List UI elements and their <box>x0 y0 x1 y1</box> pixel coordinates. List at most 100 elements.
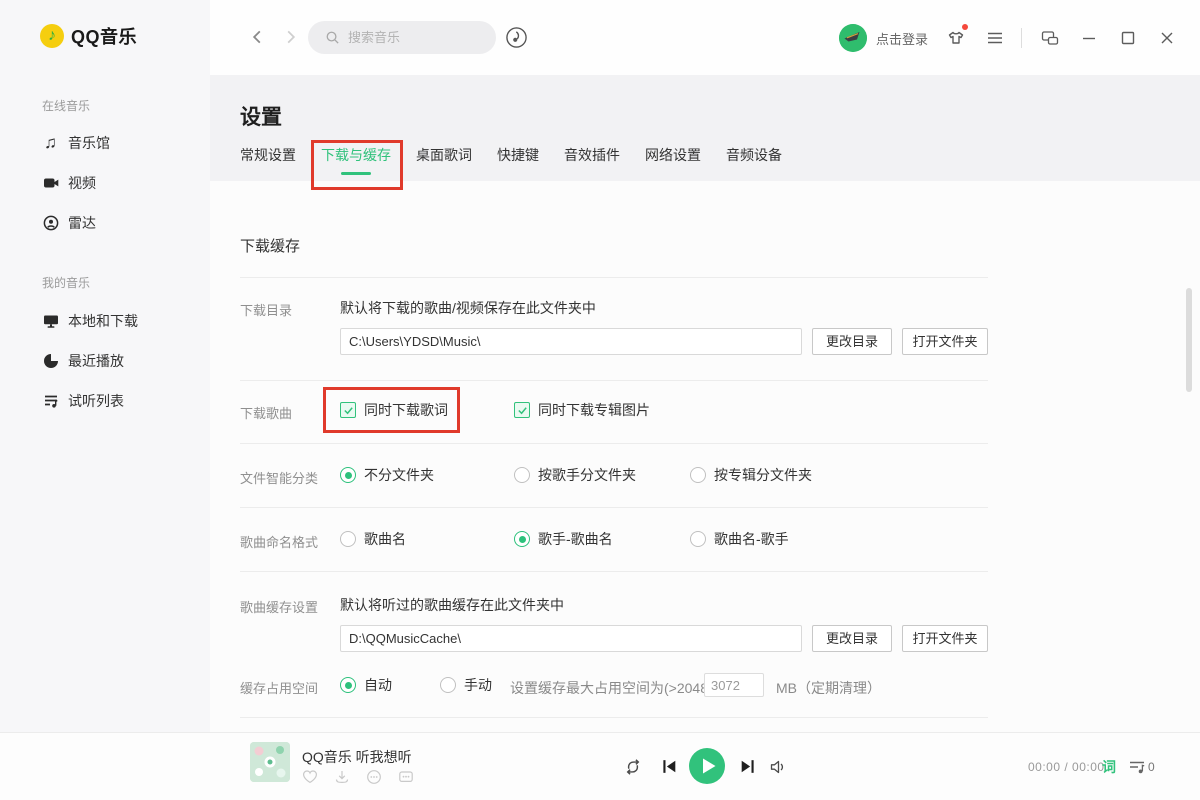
radio-by-artist[interactable]: 按歌手分文件夹 <box>514 465 636 485</box>
tab-desktop-lyrics[interactable]: 桌面歌词 <box>416 145 472 179</box>
checkbox-download-lyrics[interactable]: 同时下载歌词 <box>340 400 448 420</box>
sidebar-item-local-downloads[interactable]: 本地和下载 <box>42 310 138 332</box>
more-options-icon[interactable] <box>366 769 382 785</box>
divider <box>240 277 988 278</box>
radio-icon <box>340 531 356 547</box>
video-camera-icon <box>42 175 59 192</box>
close-button[interactable] <box>1156 27 1178 49</box>
radio-by-album[interactable]: 按专辑分文件夹 <box>690 465 812 485</box>
divider <box>240 571 988 572</box>
radio-artist-song[interactable]: 歌手-歌曲名 <box>514 529 613 549</box>
tab-general[interactable]: 常规设置 <box>240 145 296 179</box>
cache-dir-desc: 默认将听过的歌曲缓存在此文件夹中 <box>340 595 564 615</box>
maximize-button[interactable] <box>1117 27 1139 49</box>
checkbox-download-album-art[interactable]: 同时下载专辑图片 <box>514 400 650 420</box>
search-input[interactable] <box>348 30 478 45</box>
sidebar-section-online-music: 在线音乐 <box>42 97 90 114</box>
settings-header: 设置 常规设置 下载与缓存 桌面歌词 快捷键 音效插件 网络设置 音频设备 <box>210 75 1200 181</box>
cache-open-folder-button[interactable]: 打开文件夹 <box>902 625 988 652</box>
login-button[interactable]: 点击登录 <box>876 29 928 48</box>
notification-dot <box>962 24 968 30</box>
download-dir-input[interactable] <box>340 328 802 355</box>
comment-icon[interactable] <box>398 769 414 785</box>
forward-arrow-icon[interactable] <box>282 28 300 46</box>
sidebar-item-listen-list[interactable]: 试听列表 <box>42 390 124 412</box>
volume-icon[interactable] <box>769 758 787 776</box>
skin-shirt-icon[interactable] <box>945 27 967 49</box>
tab-download-cache[interactable]: 下载与缓存 <box>321 145 391 179</box>
section-title: 下载缓存 <box>240 235 300 256</box>
track-title: QQ音乐 听我想听 <box>302 747 412 767</box>
page-title: 设置 <box>240 101 282 131</box>
cache-dir-input[interactable] <box>340 625 802 652</box>
sidebar-item-radar[interactable]: 雷达 <box>42 212 96 234</box>
play-button[interactable] <box>689 748 725 784</box>
tab-sound-effects[interactable]: 音效插件 <box>564 145 620 179</box>
play-queue-icon <box>1128 758 1146 776</box>
queue-count: 0 <box>1148 760 1155 774</box>
clock-pie-icon <box>42 353 59 370</box>
cache-space-label: 缓存占用空间 <box>240 678 318 697</box>
radio-icon <box>340 467 356 483</box>
checkbox-icon <box>514 402 530 418</box>
topbar: 点击登录 <box>210 0 1200 75</box>
radio-song-artist[interactable]: 歌曲名-歌手 <box>690 529 789 549</box>
radio-icon <box>514 531 530 547</box>
avatar[interactable] <box>839 24 867 52</box>
topbar-divider <box>1021 28 1022 48</box>
cache-change-dir-button[interactable]: 更改目录 <box>812 625 892 652</box>
search-icon <box>325 30 340 45</box>
settings-content: 下载缓存 下载目录 默认将下载的歌曲/视频保存在此文件夹中 更改目录 打开文件夹… <box>210 181 1200 732</box>
sidebar-item-recently-played[interactable]: 最近播放 <box>42 350 124 372</box>
tab-audio-device[interactable]: 音频设备 <box>726 145 782 179</box>
radio-manual[interactable]: 手动 <box>440 675 492 695</box>
naming-label: 歌曲命名格式 <box>240 532 318 551</box>
lyrics-toggle[interactable]: 词 <box>1102 757 1116 777</box>
radio-icon <box>690 467 706 483</box>
play-queue-button[interactable]: 0 <box>1128 758 1155 776</box>
radio-icon <box>514 467 530 483</box>
divider <box>240 380 988 381</box>
favorite-heart-icon[interactable] <box>302 769 318 785</box>
tab-hotkeys[interactable]: 快捷键 <box>497 145 539 179</box>
radar-icon <box>42 215 59 232</box>
cache-max-input[interactable] <box>704 673 764 697</box>
app-logo[interactable]: ♪ QQ音乐 <box>40 23 137 49</box>
checkbox-icon <box>340 402 356 418</box>
topbar-right-cluster: 点击登录 <box>839 24 1178 52</box>
search-box[interactable] <box>308 21 496 54</box>
player-bar: QQ音乐 听我想听 <box>0 732 1200 800</box>
cache-dir-label: 歌曲缓存设置 <box>240 597 318 616</box>
download-song-label: 下载歌曲 <box>240 403 292 422</box>
previous-track-icon[interactable] <box>660 757 679 776</box>
playback-time: 00:00 / 00:00 <box>1028 760 1105 774</box>
open-folder-button[interactable]: 打开文件夹 <box>902 328 988 355</box>
next-track-icon[interactable] <box>738 757 757 776</box>
sidebar-item-video[interactable]: 视频 <box>42 172 96 194</box>
back-arrow-icon[interactable] <box>248 28 266 46</box>
radio-icon <box>690 531 706 547</box>
divider <box>240 507 988 508</box>
download-icon[interactable] <box>334 769 350 785</box>
radio-song-name[interactable]: 歌曲名 <box>340 529 406 549</box>
tab-network[interactable]: 网络设置 <box>645 145 701 179</box>
sidebar-section-my-music: 我的音乐 <box>42 274 90 291</box>
qq-music-logo-icon: ♪ <box>40 24 64 48</box>
radio-no-folder[interactable]: 不分文件夹 <box>340 465 434 485</box>
main-menu-icon[interactable] <box>984 27 1006 49</box>
album-art[interactable] <box>250 742 290 782</box>
scrollbar-thumb[interactable] <box>1186 288 1192 392</box>
mini-player-icon[interactable] <box>1039 27 1061 49</box>
sidebar-item-music-hall[interactable]: ♫ 音乐馆 <box>42 132 110 154</box>
download-dir-label: 下载目录 <box>240 300 292 319</box>
monitor-icon <box>42 313 59 330</box>
minimize-button[interactable] <box>1078 27 1100 49</box>
repeat-mode-icon[interactable] <box>624 758 642 776</box>
radio-auto[interactable]: 自动 <box>340 675 392 695</box>
listen-recognize-icon[interactable] <box>504 25 529 50</box>
qq-music-window: ♪ QQ音乐 在线音乐 ♫ 音乐馆 视频 雷达 我的音乐 本地和下载 <box>0 0 1200 800</box>
divider <box>240 717 988 718</box>
download-dir-desc: 默认将下载的歌曲/视频保存在此文件夹中 <box>340 298 596 318</box>
sidebar: ♪ QQ音乐 在线音乐 ♫ 音乐馆 视频 雷达 我的音乐 本地和下载 <box>0 0 210 732</box>
change-dir-button[interactable]: 更改目录 <box>812 328 892 355</box>
